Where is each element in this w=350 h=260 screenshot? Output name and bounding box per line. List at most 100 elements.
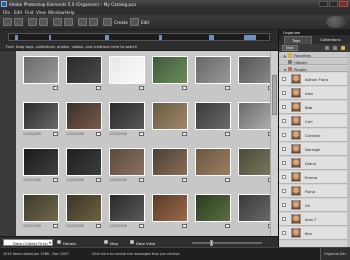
menu-view[interactable]: View [36, 10, 46, 15]
person-tag-row[interactable]: Ken [279, 227, 350, 240]
tag-checkbox[interactable] [282, 217, 286, 221]
print-icon[interactable] [53, 18, 62, 26]
create-icon[interactable] [103, 18, 112, 26]
tag-checkbox[interactable] [282, 203, 286, 207]
photo-thumbnail[interactable] [109, 102, 145, 130]
photo-thumbnail[interactable] [23, 102, 59, 130]
tag-checkbox[interactable] [282, 147, 286, 151]
person-tag-row[interactable]: Jean F [279, 213, 350, 226]
photo-thumbnail[interactable] [109, 56, 145, 84]
tag-checkbox[interactable] [282, 105, 286, 109]
new-tag-button[interactable]: New [282, 45, 298, 51]
rotate-left-icon[interactable] [78, 18, 87, 26]
organize-bin-button[interactable]: Organize Bin [320, 248, 350, 260]
timeline[interactable] [0, 29, 278, 43]
expand-icon[interactable]: ▶ [284, 54, 286, 58]
share-icon[interactable] [64, 18, 73, 26]
tag-badge-icon [182, 86, 187, 90]
tab-collections[interactable]: Collections [313, 36, 349, 44]
tag-checkbox[interactable] [282, 189, 286, 193]
photo-thumbnail[interactable] [66, 148, 102, 176]
photo-downloader-icon[interactable] [39, 18, 48, 26]
timeline-bar [105, 35, 109, 40]
tag-options-icon[interactable] [341, 46, 345, 50]
scrollbar-thumb[interactable] [272, 75, 277, 115]
person-tag-row[interactable]: Fiona [279, 185, 350, 198]
hidden-icon [288, 60, 292, 64]
person-tag-row[interactable]: Gil [279, 199, 350, 212]
photo-thumbnail[interactable] [238, 102, 274, 130]
maximize-button[interactable] [329, 1, 338, 7]
person-tag-row[interactable]: Darragh [279, 143, 350, 156]
photo-thumbnail[interactable] [195, 56, 231, 84]
photo-thumbnail[interactable] [195, 148, 231, 176]
status-message[interactable]: Click here to control the messages that … [92, 252, 180, 256]
photo-thumbnail[interactable] [23, 148, 59, 176]
date-view-checkbox[interactable] [130, 240, 134, 244]
photo-thumbnail[interactable] [195, 102, 231, 130]
tag-checkbox[interactable] [282, 161, 286, 165]
photo-thumbnail[interactable] [23, 194, 59, 222]
tag-checkbox[interactable] [282, 77, 286, 81]
map-checkbox[interactable] [104, 240, 108, 244]
photo-thumbnail[interactable] [109, 148, 145, 176]
person-tag-row[interactable]: Caroline [279, 129, 350, 142]
photo-thumbnail[interactable] [66, 102, 102, 130]
tag-checkbox[interactable] [282, 133, 286, 137]
title-bar: Adobe Photoshop Elements 5.0 (Organizer)… [0, 0, 350, 8]
tag-favorites[interactable]: ▶ Favorites [279, 52, 350, 58]
status-bar: 1515 items dated Jan 1986 - Dec 2007 Cli… [0, 247, 350, 260]
person-tag-row[interactable]: Emma [279, 171, 350, 184]
rotate-right-icon[interactable] [89, 18, 98, 26]
edit-icon[interactable] [130, 18, 139, 26]
menu-file[interactable]: File [3, 10, 10, 15]
tag-hidden[interactable]: Hidden [279, 59, 350, 65]
person-tag-row[interactable]: Diane [279, 157, 350, 170]
slider-knob[interactable] [210, 240, 213, 246]
tag-checkbox[interactable] [282, 91, 286, 95]
details-checkbox[interactable] [57, 240, 61, 244]
photo-date: 12/05/2006 [66, 224, 84, 228]
person-tag-row[interactable]: Carl [279, 115, 350, 128]
person-tag-row[interactable]: Alex [279, 87, 350, 100]
photo-thumbnail[interactable] [23, 56, 59, 84]
thumbnail-size-slider[interactable] [192, 240, 262, 246]
tag-checkbox[interactable] [282, 175, 286, 179]
photo-thumbnail[interactable] [238, 148, 274, 176]
photo-thumbnail[interactable] [66, 194, 102, 222]
photo-thumbnail[interactable] [109, 194, 145, 222]
create-button[interactable]: Create [114, 20, 128, 25]
photo-thumbnail[interactable] [66, 56, 102, 84]
tag-checkbox[interactable] [282, 231, 286, 235]
photo-thumbnail[interactable] [238, 56, 274, 84]
timeline-track[interactable] [8, 33, 270, 41]
menu-edit[interactable]: Edit [14, 10, 22, 15]
photo-thumbnail[interactable] [152, 102, 188, 130]
find-bar[interactable]: Find: Drag tags, collections, photos, vi… [0, 43, 278, 51]
menu-find[interactable]: Find [25, 10, 34, 15]
date-view-icon[interactable] [28, 18, 37, 26]
photo-thumbnail[interactable] [152, 56, 188, 84]
person-tag-row[interactable]: Adrian Flora [279, 73, 350, 86]
back-icon[interactable] [3, 18, 12, 26]
collapse-icon[interactable]: ▼ [284, 68, 286, 72]
edit-tag-icon[interactable] [325, 46, 329, 50]
person-tag-row[interactable]: Bob [279, 101, 350, 114]
photo-browser-icon[interactable] [14, 18, 23, 26]
menu-help[interactable]: Help [65, 10, 75, 15]
photo-thumbnail[interactable] [152, 148, 188, 176]
photo-thumbnail[interactable] [195, 194, 231, 222]
delete-tag-icon[interactable] [333, 46, 337, 50]
tab-tags[interactable]: Tags [284, 36, 312, 44]
grid-scrollbar[interactable] [270, 51, 278, 236]
tag-people[interactable]: ▼ People [279, 66, 350, 72]
menu-window[interactable]: Window [48, 10, 65, 15]
photo-thumbnail[interactable] [152, 194, 188, 222]
tag-checkbox[interactable] [282, 119, 286, 123]
photo-thumbnail[interactable] [238, 194, 274, 222]
edit-button[interactable]: Edit [141, 20, 149, 25]
minimize-button[interactable] [319, 1, 328, 7]
sort-dropdown[interactable]: Date (Oldest First) ▾ [3, 239, 53, 246]
close-button[interactable] [339, 1, 348, 7]
tag-badge-icon [53, 86, 58, 90]
